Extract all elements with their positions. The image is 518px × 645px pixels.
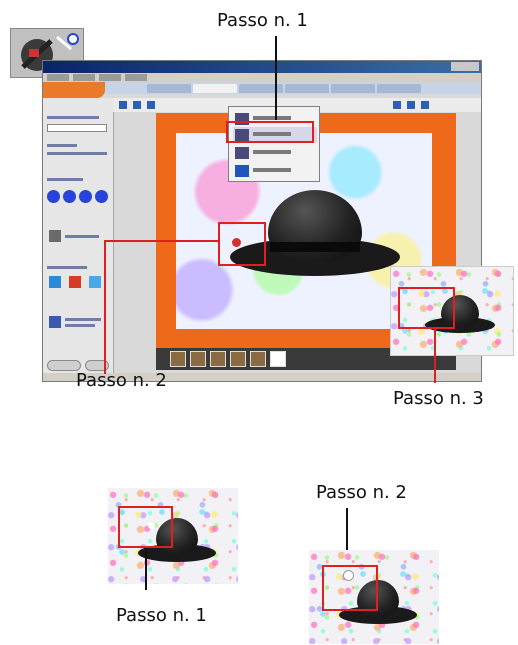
tool-square-icon[interactable] (69, 276, 81, 288)
panel-heading (47, 116, 99, 119)
thumbnail[interactable] (210, 351, 226, 367)
bottom-step-2-label: Passo n. 2 (316, 482, 407, 503)
pencil-icon (235, 147, 249, 159)
context-popup-menu (228, 106, 320, 182)
menu-item[interactable] (73, 74, 95, 81)
title-bar (43, 61, 481, 73)
brush-size-option[interactable] (63, 190, 76, 203)
panel-text (47, 152, 107, 155)
tool-icon[interactable] (407, 101, 415, 109)
tab[interactable] (331, 84, 375, 93)
menu-item[interactable] (47, 74, 69, 81)
bottom-step-1-connector (145, 548, 147, 590)
undo-icon[interactable] (49, 230, 61, 242)
window-controls[interactable] (451, 62, 479, 71)
tab[interactable] (147, 84, 191, 93)
brush-size-option[interactable] (47, 190, 60, 203)
tool-square-icon[interactable] (49, 276, 61, 288)
brush-size-option[interactable] (95, 190, 108, 203)
scissors-icon[interactable] (49, 316, 61, 328)
panel-text (65, 324, 95, 327)
step-1-connector (275, 36, 277, 120)
tool-icon[interactable] (421, 101, 429, 109)
tab-active[interactable] (193, 84, 237, 93)
brand-logo (43, 82, 105, 98)
bottom-step-2-highlight (322, 565, 378, 611)
tab[interactable] (285, 84, 329, 93)
effect-select[interactable] (47, 124, 107, 132)
step-2-highlight (218, 222, 266, 266)
step-2-connector-h (104, 240, 218, 242)
thumbnail-selected[interactable] (270, 351, 286, 367)
save-icon[interactable] (133, 101, 141, 109)
step-3-highlight (398, 287, 455, 329)
zoom-icon[interactable] (119, 101, 127, 109)
menu-item[interactable] (99, 74, 121, 81)
panel-text (65, 235, 99, 238)
panel-heading (47, 266, 87, 269)
panel-heading (47, 178, 83, 181)
step-3-connector (434, 329, 436, 383)
menu-item[interactable] (125, 74, 147, 81)
tab-bar (43, 82, 481, 94)
panel-heading (47, 144, 77, 147)
panel-text (65, 318, 101, 321)
thumbnail[interactable] (190, 351, 206, 367)
step-2-connector-v (104, 240, 106, 374)
brush-size-option[interactable] (79, 190, 92, 203)
menu-bar (43, 73, 481, 82)
step-1-label: Passo n. 1 (217, 10, 308, 31)
step-2-label: Passo n. 2 (76, 370, 167, 391)
bottom-step-1-label: Passo n. 1 (116, 605, 207, 626)
print-icon[interactable] (147, 101, 155, 109)
tool-icon[interactable] (393, 101, 401, 109)
thumbnail[interactable] (230, 351, 246, 367)
thumbnail[interactable] (170, 351, 186, 367)
bottom-step-1-highlight (118, 506, 173, 548)
thumbnail[interactable] (250, 351, 266, 367)
popup-item[interactable] (233, 163, 317, 179)
tab[interactable] (377, 84, 421, 93)
tool-square-icon[interactable] (89, 276, 101, 288)
step-3-label: Passo n. 3 (393, 388, 484, 409)
red-eye-icon (235, 165, 249, 177)
popup-item[interactable] (233, 145, 317, 161)
step-1-highlight (226, 121, 314, 143)
